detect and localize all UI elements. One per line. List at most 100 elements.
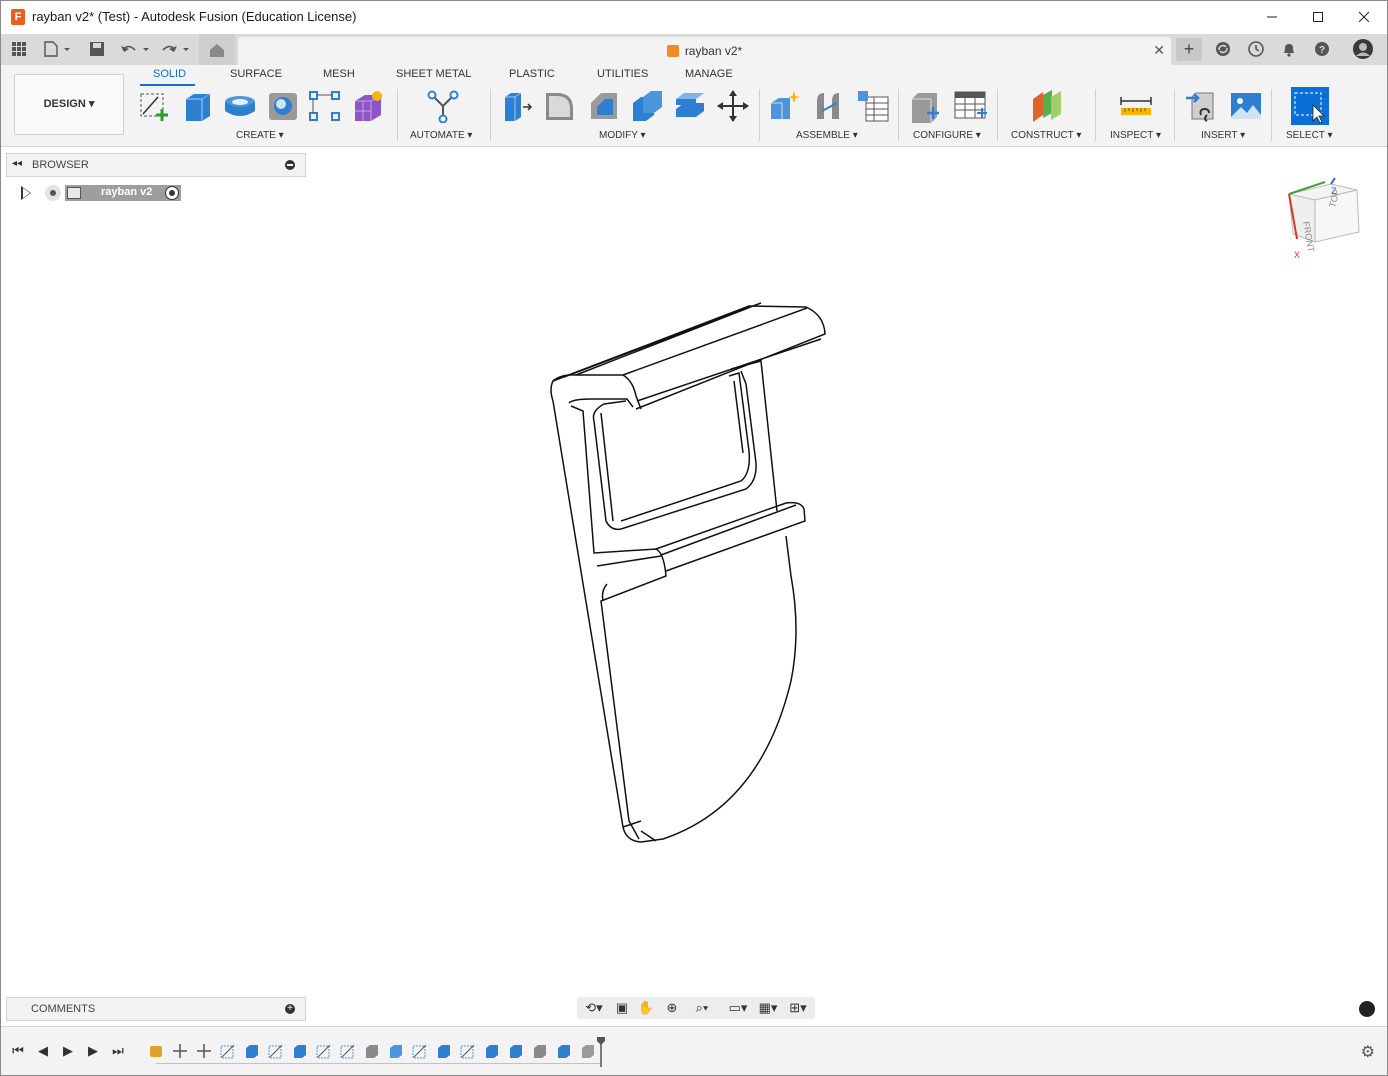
close-button[interactable] [1341,1,1387,32]
job-status-button[interactable] [1246,38,1266,60]
previous-icon[interactable]: ◀ [34,1043,52,1059]
tab-surface[interactable]: SURFACE [230,68,282,80]
first-icon[interactable]: ⏮ [9,1043,27,1059]
next-icon[interactable]: ▶ [84,1043,102,1059]
timeline-settings-icon[interactable]: ⚙ [1361,1042,1375,1062]
redo-button[interactable] [159,38,191,60]
shell-icon[interactable] [630,89,664,123]
tab-mesh[interactable]: MESH [323,68,355,80]
document-tab[interactable]: rayban v2* ✕ [238,37,1171,65]
bill-of-materials-icon[interactable] [856,89,890,123]
offset-plane-icon[interactable] [1030,89,1064,123]
timeline-feature-sketch-icon[interactable] [412,1043,428,1059]
timeline-feature-move-icon[interactable] [196,1043,212,1059]
configure-group-label[interactable]: CONFIGURE ▾ [913,130,981,141]
collapse-panel-icon[interactable]: ◂◂ [12,158,22,169]
timeline-feature-fillet-icon[interactable] [532,1043,548,1059]
viewcube[interactable]: FRONT TOP X Z [1279,176,1369,266]
viewports-icon[interactable]: ⊞▾ [783,999,813,1017]
tab-sheet-metal[interactable]: SHEET METAL [396,68,471,80]
create-form-icon[interactable] [351,89,385,123]
home-button[interactable] [199,34,235,65]
timeline-feature-sketch-icon[interactable] [220,1043,236,1059]
construct-group-label[interactable]: CONSTRUCT ▾ [1011,130,1081,141]
sync-button[interactable] [1213,38,1233,60]
workspace-switcher[interactable]: DESIGN ▾ [14,74,124,135]
visibility-eye-icon[interactable] [45,185,61,201]
tab-solid[interactable]: SOLID [153,68,186,80]
fillet-icon[interactable] [543,89,577,123]
move-copy-icon[interactable] [716,89,750,123]
avatar[interactable] [1351,38,1375,60]
look-at-icon[interactable]: ▣ [611,999,633,1017]
maximize-button[interactable] [1295,1,1341,32]
new-component-icon[interactable] [768,89,802,123]
insert-derive-icon[interactable] [1185,89,1219,123]
orbit-icon[interactable]: ⟲▾ [579,999,609,1017]
combine-icon[interactable] [673,89,707,123]
tab-plastic[interactable]: PLASTIC [509,68,555,80]
insert-group-label[interactable]: INSERT ▾ [1201,130,1245,141]
timeline-feature-shell-icon[interactable] [556,1043,572,1059]
notifications-button[interactable] [1279,38,1299,60]
grid-icon[interactable] [9,38,29,60]
expand-icon[interactable] [21,186,31,200]
undo-button[interactable] [119,38,151,60]
configuration-table-icon[interactable] [953,89,987,123]
pattern-icon[interactable] [308,89,342,123]
new-tab-button[interactable]: + [1176,38,1202,61]
joint-icon[interactable] [812,89,846,123]
help-button[interactable]: ? [1312,38,1332,60]
create-group-label[interactable]: CREATE ▾ [236,130,284,141]
assemble-group-label[interactable]: ASSEMBLE ▾ [796,130,858,141]
inspect-group-label[interactable]: INSPECT ▾ [1110,130,1161,141]
automate-icon[interactable] [426,89,460,123]
last-icon[interactable]: ⏭ [109,1043,127,1059]
timeline-feature-extrude-icon[interactable] [484,1043,500,1059]
create-sketch-icon[interactable] [138,89,172,123]
timeline-feature-extrude-icon[interactable] [292,1043,308,1059]
timeline-feature-chamfer-icon[interactable] [580,1043,596,1059]
configure-icon[interactable] [909,89,943,123]
timeline-feature-joint-icon[interactable] [364,1043,380,1059]
timeline-feature-move-icon[interactable] [172,1043,188,1059]
grid-settings-icon[interactable]: ▦▾ [753,999,783,1017]
revolve-icon[interactable] [223,89,257,123]
timeline-feature-extrude-icon[interactable] [436,1043,452,1059]
modify-group-label[interactable]: MODIFY ▾ [599,130,646,141]
select-icon[interactable] [1291,87,1329,125]
measure-icon[interactable] [1119,89,1153,123]
minimize-panel-icon[interactable] [285,160,295,170]
file-menu-button[interactable] [41,38,71,60]
minimize-button[interactable] [1249,1,1295,32]
play-icon[interactable]: ▶ [59,1043,77,1059]
automate-group-label[interactable]: AUTOMATE ▾ [410,130,472,141]
timeline-feature-sketch-icon[interactable] [268,1043,284,1059]
timeline-feature-sketch-icon[interactable] [340,1043,356,1059]
close-tab-icon[interactable]: ✕ [1153,42,1165,59]
timeline-feature-revolve-icon[interactable] [388,1043,404,1059]
zoom-icon[interactable]: ⌕▾ [687,999,717,1017]
pan-icon[interactable]: ✋ [635,999,657,1017]
timeline-feature-sketch-icon[interactable] [460,1043,476,1059]
timeline-marker[interactable] [597,1037,605,1067]
press-pull-icon[interactable] [499,89,533,123]
status-icon[interactable] [1359,1001,1375,1017]
root-component[interactable]: rayban v2 [65,185,181,201]
tab-manage[interactable]: MANAGE [685,68,733,80]
chamfer-icon[interactable] [587,89,621,123]
activate-radio-icon[interactable] [165,186,179,200]
timeline-feature-sketch-icon[interactable] [316,1043,332,1059]
insert-canvas-icon[interactable] [1229,89,1263,123]
save-button[interactable] [87,38,107,60]
zoom-window-icon[interactable]: ⊕ [661,999,683,1017]
model-rayban-v2[interactable] [541,296,841,856]
add-comment-icon[interactable]: + [285,1004,295,1014]
timeline-feature-component-icon[interactable] [148,1043,164,1059]
browser-panel-header[interactable]: ◂◂ BROWSER [6,153,306,177]
timeline-feature-extrude-icon[interactable] [244,1043,260,1059]
comments-panel[interactable]: COMMENTS + [6,997,306,1021]
display-settings-icon[interactable]: ▭▾ [723,999,753,1017]
tab-utilities[interactable]: UTILITIES [597,68,648,80]
timeline-feature-extrude-icon[interactable] [508,1043,524,1059]
